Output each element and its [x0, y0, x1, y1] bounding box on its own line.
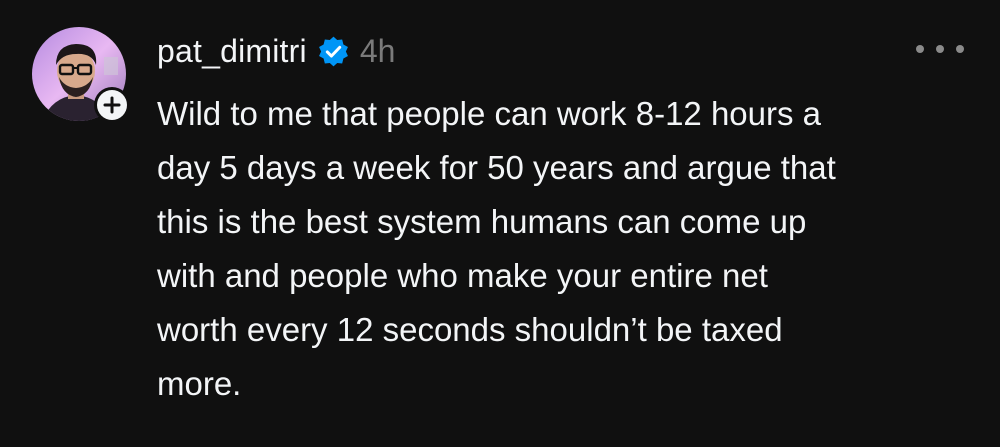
post-text: Wild to me that people can work 8-12 hou… [157, 95, 836, 402]
plus-icon [97, 90, 127, 120]
more-options-button[interactable] [916, 37, 964, 61]
thread-post: pat_dimitri 4h Wild to me that people ca… [0, 0, 1000, 447]
username-link[interactable]: pat_dimitri [157, 33, 307, 70]
verified-badge-icon [318, 36, 348, 66]
post-header: pat_dimitri 4h [157, 26, 395, 76]
more-horizontal-icon [916, 45, 924, 53]
avatar-container[interactable] [32, 27, 130, 123]
follow-button[interactable] [94, 87, 130, 123]
more-horizontal-icon-dot-2 [936, 45, 944, 53]
post-timestamp: 4h [359, 32, 396, 69]
more-horizontal-icon-dot-3 [956, 45, 964, 53]
